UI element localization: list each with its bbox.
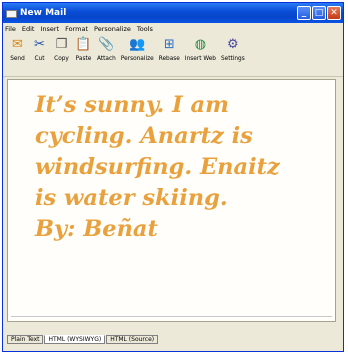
paste-label: Paste	[75, 56, 92, 62]
tab-plain-text[interactable]: Plain Text	[7, 335, 44, 344]
mail-icon	[6, 8, 17, 19]
send-label: Send	[10, 56, 25, 62]
settings-button[interactable]: ⚙ Settings	[221, 36, 245, 62]
attach-icon: 📎	[98, 37, 115, 52]
menu-personalize[interactable]: Personalize	[94, 25, 131, 33]
menu-insert[interactable]: Insert	[40, 25, 59, 33]
message-line: is water skiing.	[35, 185, 228, 211]
cut-button[interactable]: ✂ Cut	[31, 36, 48, 62]
menu-file[interactable]: File	[5, 25, 16, 33]
title-bar[interactable]: New Mail _ □ ✕	[3, 3, 343, 23]
rebase-label: Rebase	[158, 56, 180, 62]
settings-label: Settings	[220, 56, 245, 62]
tab-html-source[interactable]: HTML (Source)	[106, 335, 159, 344]
message-editor[interactable]: It’s sunny. I am cycling. Anartz is wind…	[7, 79, 336, 322]
send-icon: ✉	[12, 37, 23, 52]
send-button[interactable]: ✉ Send	[9, 36, 26, 62]
settings-icon: ⚙	[227, 37, 239, 52]
attach-button[interactable]: 📎 Attach	[97, 36, 116, 62]
menu-tools[interactable]: Tools	[137, 25, 153, 33]
maximize-button[interactable]: □	[312, 6, 326, 20]
attach-label: Attach	[97, 56, 116, 62]
message-body[interactable]: It’s sunny. I am cycling. Anartz is wind…	[35, 90, 335, 245]
editor-bottom-rule	[11, 316, 332, 317]
rebase-icon: ⊞	[163, 37, 175, 52]
paste-button[interactable]: 📋 Paste	[75, 36, 92, 62]
rebase-button[interactable]: ⊞ Rebase	[159, 36, 180, 62]
minimize-button[interactable]: _	[297, 6, 311, 20]
personalize-label: Personalize	[120, 56, 154, 62]
insert-web-button[interactable]: ◍ Insert Web	[185, 36, 216, 62]
paste-icon: 📋	[75, 37, 92, 52]
close-button[interactable]: ✕	[327, 6, 341, 20]
message-line: By: Beñat	[35, 216, 158, 242]
message-line: cycling. Anartz is	[35, 123, 253, 149]
globe-icon: ◍	[194, 37, 207, 52]
editor-mode-tabs: Plain Text HTML (WYSIWYG) HTML (Source)	[7, 335, 159, 344]
menu-edit[interactable]: Edit	[22, 25, 35, 33]
copy-label: Copy	[54, 56, 69, 62]
window-title: New Mail	[20, 8, 67, 18]
menu-format[interactable]: Format	[65, 25, 88, 33]
copy-button[interactable]: ❐ Copy	[53, 36, 70, 62]
copy-icon: ❐	[55, 37, 68, 52]
menu-bar: File Edit Insert Format Personalize Tool…	[3, 23, 343, 34]
personalize-button[interactable]: 👥 Personalize	[121, 36, 154, 62]
cut-label: Cut	[34, 56, 45, 62]
cut-icon: ✂	[34, 37, 45, 52]
personalize-icon: 👥	[129, 37, 146, 52]
toolbar: ✉ Send ✂ Cut ❐ Copy 📋 Paste 📎 Attach 👥 P…	[3, 34, 343, 77]
message-line: windsurfing. Enaitz	[35, 154, 280, 180]
tab-html-wysiwyg[interactable]: HTML (WYSIWYG)	[44, 335, 106, 344]
message-line: It’s sunny. I am	[35, 92, 229, 118]
insert-web-label: Insert Web	[184, 56, 216, 62]
